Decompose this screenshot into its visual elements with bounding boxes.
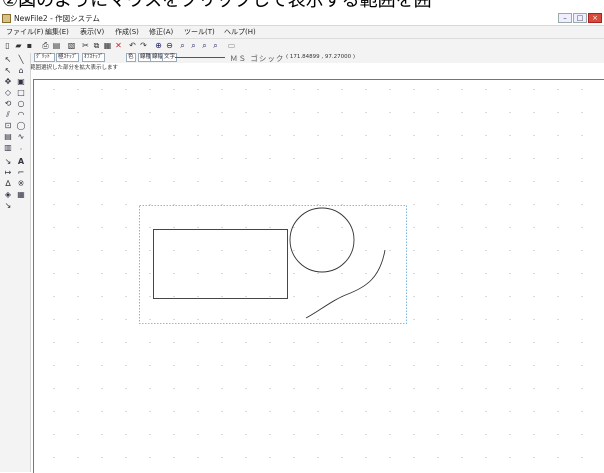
drawing-layer — [139, 205, 407, 324]
drawn-spline-curve — [305, 249, 386, 319]
drawn-circle — [289, 207, 355, 273]
zoom-selection-rectangle — [139, 205, 407, 324]
drawn-rectangle — [153, 229, 288, 299]
